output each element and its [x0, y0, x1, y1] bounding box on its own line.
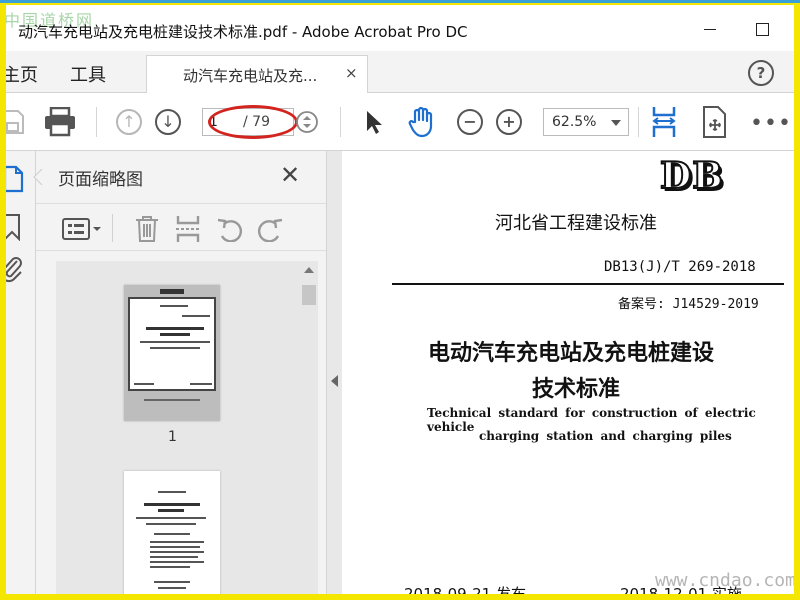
scroll-up-icon[interactable] [304, 267, 314, 273]
thumbnails-panel: 页面缩略图 ✕ 1 [33, 151, 326, 600]
document-title-line2: 技术标准 [532, 376, 621, 402]
extract-page-icon[interactable] [174, 214, 202, 244]
thumbnail-page-number: 1 [168, 429, 177, 445]
thumbnail-list: 1 [56, 261, 318, 600]
tab-home[interactable]: 主页 [2, 61, 38, 87]
thumb-logo [160, 289, 184, 294]
toolbar-separator [112, 214, 113, 242]
full-screen-icon[interactable] [700, 105, 728, 139]
toolbar-separator [638, 107, 639, 137]
zoom-out-button[interactable]: − [457, 109, 483, 135]
scroll-thumb[interactable] [302, 285, 316, 305]
collapse-left-icon[interactable] [331, 375, 338, 387]
attachment-icon[interactable] [0, 255, 24, 283]
options-menu-icon[interactable] [62, 218, 102, 240]
header-rule [392, 283, 784, 285]
tab-document-label: 动汽车充电站及充... [183, 67, 318, 85]
hand-tool-icon[interactable] [406, 106, 438, 138]
next-page-button[interactable]: ↓ [155, 109, 181, 135]
window-top-edge [0, 0, 800, 5]
document-title-line1: 电动汽车充电站及充电桩建设 [428, 340, 715, 366]
page-thumbnails-icon[interactable] [2, 165, 24, 193]
document-province-heading: 河北省工程建设标准 [495, 213, 657, 234]
zoom-value: 62.5% [552, 114, 597, 130]
save-icon[interactable] [2, 109, 24, 135]
fit-width-icon[interactable] [650, 105, 678, 139]
page-thumbnail-1[interactable] [124, 285, 220, 421]
db-logo: DB [659, 154, 724, 198]
document-standard-code: DB13(J)/T 269-2018 [604, 259, 756, 275]
rotate-right-icon[interactable] [256, 216, 284, 242]
panel-close-icon[interactable]: ✕ [280, 161, 300, 189]
print-icon[interactable] [44, 107, 76, 137]
document-issue-date: 2018-09-21 发布 [404, 585, 526, 600]
page-thumbnail-2[interactable] [124, 471, 220, 600]
toolbar-separator [96, 107, 97, 137]
tab-tools[interactable]: 工具 [70, 61, 106, 87]
thumb-selection [128, 297, 216, 391]
panel-pointer-icon [33, 169, 43, 185]
panel-collapse-strip[interactable] [326, 151, 342, 600]
highlight-oval [208, 105, 298, 139]
maximize-button[interactable] [752, 19, 772, 39]
left-navigation-rail [0, 151, 36, 600]
page-stepper-icon[interactable] [296, 110, 318, 134]
select-tool-icon[interactable] [364, 109, 384, 135]
watermark-bottom: www.cndao.com [655, 570, 796, 591]
help-button[interactable]: ? [748, 60, 774, 86]
panel-title: 页面缩略图 [58, 170, 143, 190]
minimize-button[interactable] [700, 19, 720, 39]
toolbar-separator [340, 107, 341, 137]
bookmark-icon[interactable] [2, 213, 22, 241]
window-title: 动汽车充电站及充电桩建设技术标准.pdf - Adobe Acrobat Pro… [18, 23, 468, 41]
thumbnail-scrollbar[interactable] [300, 263, 318, 600]
document-page: DB 河北省工程建设标准 DB13(J)/T 269-2018 备案号: J14… [342, 151, 794, 600]
tab-bar: 主页 工具 动汽车充电站及充... × ? [0, 51, 800, 94]
toolbar: ↑ ↓ 1 / 79 − + 62.5% ••• [0, 93, 800, 151]
title-bar: 中国道桥网 动汽车充电站及充电桩建设技术标准.pdf - Adobe Acrob… [0, 7, 800, 51]
zoom-in-button[interactable]: + [496, 109, 522, 135]
rotate-left-icon[interactable] [216, 216, 244, 242]
panel-toolbar [36, 203, 326, 251]
delete-icon[interactable] [134, 215, 160, 243]
document-english-title-line2: charging station and charging piles [479, 429, 732, 443]
more-tools-button[interactable]: ••• [750, 111, 792, 136]
document-filing-number: 备案号: J14529-2019 [618, 297, 759, 312]
tab-close-icon[interactable]: × [345, 64, 358, 82]
zoom-select[interactable]: 62.5% [543, 108, 629, 136]
chevron-down-icon [611, 120, 621, 126]
tab-document[interactable]: 动汽车充电站及充... × [146, 55, 368, 94]
prev-page-button[interactable]: ↑ [116, 109, 142, 135]
